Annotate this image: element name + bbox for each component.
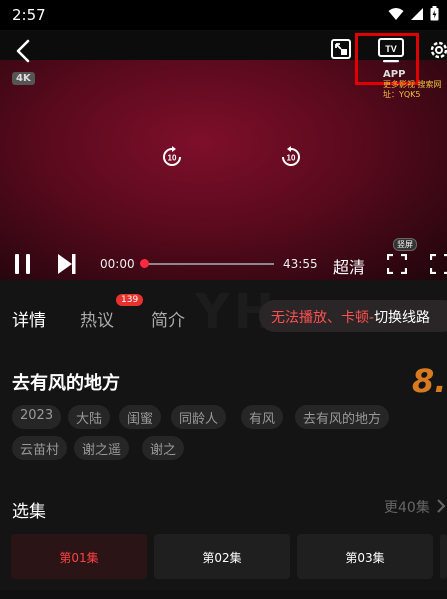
- progress-knob[interactable]: [140, 259, 149, 268]
- switch-line-button[interactable]: 无法播放、卡顿-切换线路: [259, 300, 447, 332]
- pause-icon[interactable]: [13, 253, 33, 275]
- episode-button[interactable]: 第01集: [11, 534, 147, 579]
- tag-chip[interactable]: 谢之遥: [74, 436, 130, 460]
- seek-forward-label: 10: [287, 154, 296, 163]
- tag-chip[interactable]: 谢之: [142, 436, 185, 460]
- tag-chip[interactable]: 闺蜜: [119, 405, 162, 429]
- watermark: APP 更多影视 搜索网址：YQK5: [383, 70, 447, 100]
- status-time: 2:57: [12, 6, 46, 24]
- tag-chip[interactable]: 有风: [241, 405, 284, 429]
- show-title: 去有风的地方: [12, 373, 120, 394]
- back-icon[interactable]: [12, 38, 34, 64]
- episode-button-partial[interactable]: [440, 534, 447, 579]
- quality-selector[interactable]: 超清: [333, 254, 365, 278]
- chevron-right-icon[interactable]: [436, 498, 446, 514]
- switch-line-label: 切换线路: [374, 310, 431, 326]
- battery-icon: [430, 6, 439, 21]
- seek-forward-10-button[interactable]: 10: [279, 145, 303, 169]
- watermark-subtitle: 更多影视 搜索网址：YQK5: [383, 80, 442, 99]
- wifi-icon: [388, 7, 404, 20]
- seek-back-10-button[interactable]: 10: [160, 145, 184, 169]
- current-time: 00:00: [100, 257, 135, 271]
- duration: 43:55: [283, 257, 318, 271]
- episodes-header: 选集: [12, 502, 46, 522]
- watermark-title: APP: [383, 69, 406, 80]
- episode-button[interactable]: 第03集: [297, 534, 433, 579]
- video-player[interactable]: TV 4K APP 更多影视 搜索网址：YQK5 10 10: [0, 30, 447, 280]
- next-episode-icon[interactable]: [56, 253, 78, 275]
- tab-discussion[interactable]: 热议: [80, 306, 114, 331]
- gear-icon[interactable]: [428, 39, 447, 61]
- tag-chip[interactable]: 去有风的地方: [295, 405, 390, 429]
- fullscreen-icon[interactable]: [430, 254, 447, 274]
- playback-warning-text: 无法播放、卡顿-: [271, 310, 375, 326]
- status-icons: [388, 6, 439, 21]
- fast-forward-icon: 10: [282, 146, 300, 166]
- progress-track[interactable]: [143, 263, 274, 265]
- signal-icon: [411, 7, 423, 20]
- tag-chip[interactable]: 大陆: [68, 405, 111, 429]
- bottom-edge: [0, 590, 447, 599]
- tag-chip[interactable]: 云苗村: [12, 436, 68, 460]
- player-controls: 00:00 43:55 超清 竖屏: [0, 238, 447, 282]
- tab-detail[interactable]: 详情: [12, 306, 46, 331]
- more-episodes-link[interactable]: 更40集: [384, 497, 430, 517]
- tag-chip[interactable]: 2023: [12, 405, 62, 429]
- discussion-count-badge: 139: [116, 294, 144, 306]
- episode-button[interactable]: 第02集: [154, 534, 290, 579]
- status-bar: 2:57: [0, 0, 447, 30]
- vertical-fullscreen-icon[interactable]: [387, 254, 407, 274]
- rewind-icon: 10: [163, 146, 181, 166]
- seek-back-label: 10: [168, 154, 177, 163]
- tab-intro[interactable]: 简介: [151, 306, 185, 331]
- show-rating: 8.7: [412, 362, 447, 400]
- tag-chip[interactable]: 同龄人: [171, 405, 227, 429]
- picture-in-picture-icon[interactable]: [330, 38, 352, 60]
- content-tabs: 详情 热议 139 简介 无法播放、卡顿-切换线路: [0, 294, 447, 336]
- vertical-mode-badge: 竖屏: [393, 238, 417, 251]
- quality-badge-4k: 4K: [12, 72, 35, 85]
